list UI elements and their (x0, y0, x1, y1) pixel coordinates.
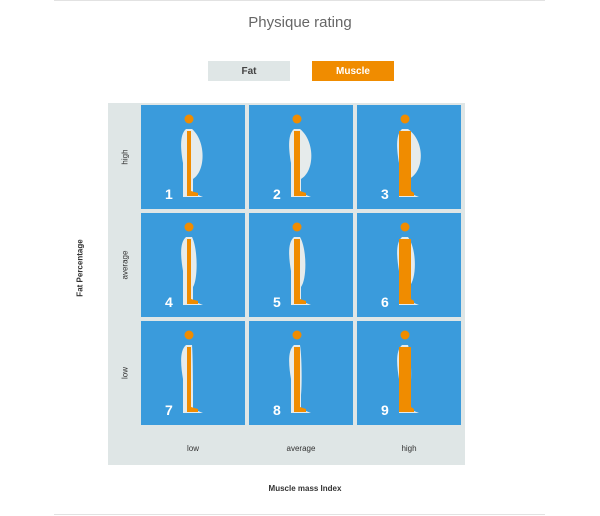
top-divider (54, 0, 545, 1)
figure-icon (397, 222, 419, 305)
cell-number: 5 (273, 294, 281, 310)
head-icon (400, 222, 410, 232)
x-label-low: low (186, 444, 199, 453)
muscle-core (294, 347, 306, 412)
cell-number: 8 (273, 402, 281, 418)
figure-icon (289, 114, 312, 197)
y-label-average: average (120, 250, 130, 280)
head-icon (184, 330, 194, 340)
y-axis-title: Fat Percentage (75, 239, 85, 297)
figure-icon (181, 114, 203, 197)
cell-2: 2 (249, 105, 353, 209)
x-label-average: average (286, 444, 316, 453)
head-icon (400, 330, 410, 340)
figure-icon (397, 114, 421, 197)
head-icon (184, 222, 194, 232)
figure-icon (181, 330, 203, 413)
fat-silhouette (289, 237, 311, 305)
cell-number: 9 (381, 402, 389, 418)
y-label-high: high (120, 149, 130, 165)
head-icon (184, 114, 194, 124)
legend-muscle: Muscle (312, 61, 394, 81)
figure-icon (397, 330, 419, 413)
cell-3: 3 (357, 105, 461, 209)
figure-icon (289, 330, 311, 413)
cell-5: 5 (249, 213, 353, 317)
figure-icon (289, 222, 311, 305)
head-icon (292, 330, 302, 340)
cell-number: 2 (273, 186, 281, 202)
cell-8: 8 (249, 321, 353, 425)
fat-silhouette (181, 129, 203, 197)
diagram-title: Physique rating (248, 14, 352, 31)
fat-silhouette (289, 345, 311, 413)
muscle-core (399, 347, 414, 412)
x-axis-title: Muscle mass Index (268, 484, 342, 493)
head-icon (400, 114, 410, 124)
cell-7: 7 (141, 321, 245, 425)
figure-icon (181, 222, 203, 305)
fat-silhouette (181, 345, 203, 413)
head-icon (292, 114, 302, 124)
cell-6: 6 (357, 213, 461, 317)
cell-number: 6 (381, 294, 389, 310)
cell-number: 3 (381, 186, 389, 202)
cell-number: 1 (165, 186, 173, 202)
bottom-divider (54, 514, 545, 515)
cell-9: 9 (357, 321, 461, 425)
fat-silhouette (181, 237, 203, 305)
cell-number: 4 (165, 294, 173, 310)
cell-number: 7 (165, 402, 173, 418)
cell-1: 1 (141, 105, 245, 209)
x-label-high: high (401, 444, 417, 453)
fat-silhouette (289, 129, 312, 197)
cell-4: 4 (141, 213, 245, 317)
legend-fat: Fat (208, 61, 290, 81)
y-label-low: low (120, 367, 130, 380)
head-icon (292, 222, 302, 232)
